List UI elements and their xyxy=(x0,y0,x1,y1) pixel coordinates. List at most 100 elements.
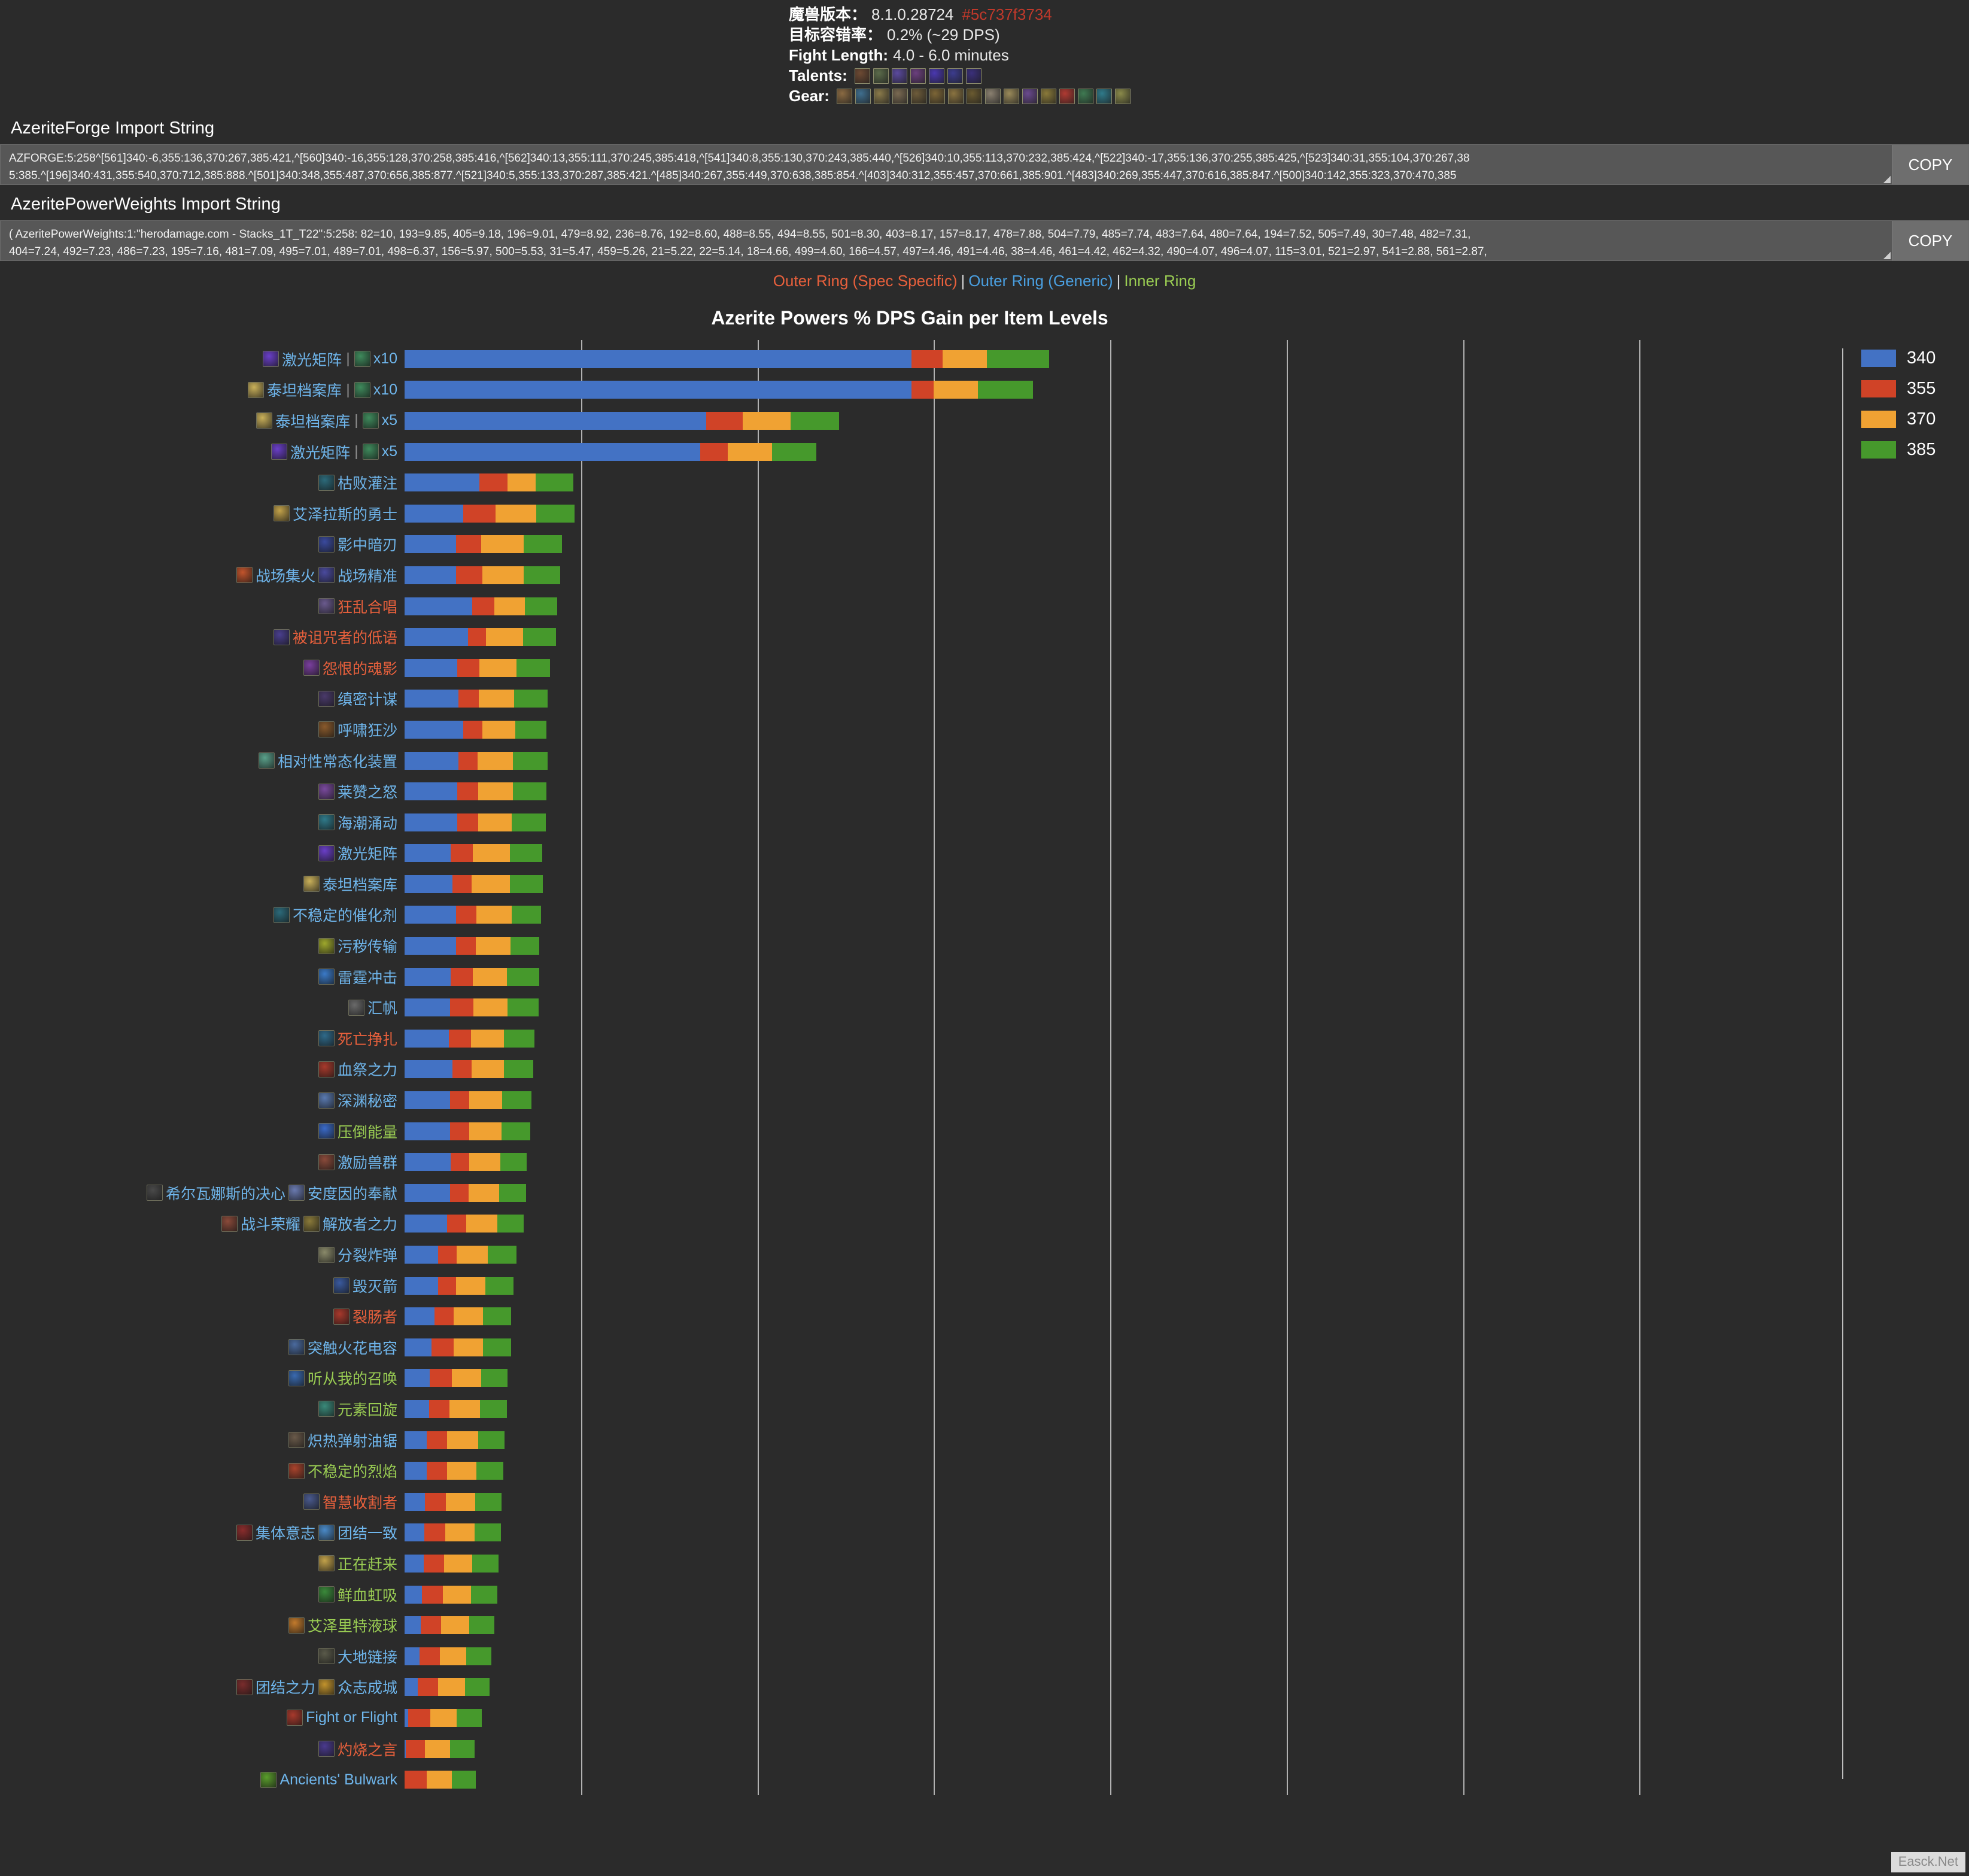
stacked-bar[interactable] xyxy=(405,937,539,955)
power-icon[interactable] xyxy=(236,1678,253,1695)
bar-segment-ilvl-385[interactable] xyxy=(469,1616,494,1635)
y-axis-label[interactable]: 缜密计谋 xyxy=(0,684,402,715)
bar-segment-ilvl-370[interactable] xyxy=(441,1616,470,1635)
bar-segment-ilvl-370[interactable] xyxy=(728,442,773,461)
bar-segment-ilvl-385[interactable] xyxy=(500,1153,527,1171)
bar-segment-ilvl-370[interactable] xyxy=(469,1153,500,1171)
stacked-bar[interactable] xyxy=(405,906,542,924)
bar-segment-ilvl-340[interactable] xyxy=(405,1122,451,1140)
chart-row[interactable] xyxy=(405,776,1816,807)
stacked-bar[interactable] xyxy=(405,473,574,492)
power-icon[interactable] xyxy=(221,1215,238,1232)
bar-segment-ilvl-385[interactable] xyxy=(457,1708,482,1727)
bar-segment-ilvl-340[interactable] xyxy=(405,1369,430,1388)
bar-segment-ilvl-370[interactable] xyxy=(934,381,978,399)
bar-segment-ilvl-385[interactable] xyxy=(502,1122,530,1140)
bar-segment-ilvl-385[interactable] xyxy=(476,1462,503,1480)
y-axis-label[interactable]: 污秽传输 xyxy=(0,930,402,961)
bar-segment-ilvl-385[interactable] xyxy=(470,1585,497,1604)
legend-item-370[interactable]: 370 xyxy=(1861,409,1935,429)
gear-icon-8[interactable] xyxy=(966,89,982,104)
gear-icon-7[interactable] xyxy=(947,89,964,104)
bar-segment-ilvl-370[interactable] xyxy=(425,1740,451,1758)
bar-segment-ilvl-385[interactable] xyxy=(466,1647,491,1665)
bar-segment-ilvl-370[interactable] xyxy=(742,411,791,430)
bar-segment-ilvl-370[interactable] xyxy=(479,690,514,708)
bar-segment-ilvl-355[interactable] xyxy=(457,782,478,801)
bar-segment-ilvl-340[interactable] xyxy=(405,720,464,739)
bar-segment-ilvl-340[interactable] xyxy=(405,1523,425,1542)
stacked-bar[interactable] xyxy=(405,1307,512,1326)
chart-row[interactable] xyxy=(405,1764,1816,1795)
stacked-bar[interactable] xyxy=(405,504,575,523)
y-axis-label[interactable]: 血祭之力 xyxy=(0,1054,402,1085)
power-icon[interactable] xyxy=(333,1277,350,1294)
power-icon[interactable] xyxy=(256,412,273,429)
chart-row[interactable] xyxy=(405,992,1816,1023)
stacked-bar[interactable] xyxy=(405,1523,501,1542)
azeritepowerweights-import-textarea[interactable]: ( AzeritePowerWeights:1:"herodamage.com … xyxy=(1,221,1892,260)
power-icon[interactable] xyxy=(288,1617,305,1634)
bar-segment-ilvl-340[interactable] xyxy=(405,566,456,584)
bar-segment-ilvl-370[interactable] xyxy=(455,1276,486,1295)
y-axis-label[interactable]: 汇帆 xyxy=(0,992,402,1023)
stack-icon[interactable] xyxy=(362,444,379,460)
y-axis-label[interactable]: 泰坦档案库 | x5 xyxy=(0,405,402,436)
stacked-bar[interactable] xyxy=(405,1585,497,1604)
gear-icon-6[interactable] xyxy=(929,89,945,104)
bar-segment-ilvl-385[interactable] xyxy=(510,937,539,955)
chart-row[interactable] xyxy=(405,1209,1816,1240)
bar-segment-ilvl-340[interactable] xyxy=(405,442,700,461)
bar-segment-ilvl-355[interactable] xyxy=(423,1554,445,1573)
y-axis-label[interactable]: Ancients' Bulwark xyxy=(0,1764,402,1795)
power-icon[interactable] xyxy=(260,1771,277,1788)
stacked-bar[interactable] xyxy=(405,1060,533,1079)
stacked-bar[interactable] xyxy=(405,411,839,430)
bar-segment-ilvl-370[interactable] xyxy=(486,628,523,646)
chart-row[interactable] xyxy=(405,1301,1816,1332)
stacked-bar[interactable] xyxy=(405,442,816,461)
y-axis-label[interactable]: 雷霆冲击 xyxy=(0,961,402,992)
y-axis-label[interactable]: 不稳定的催化剂 xyxy=(0,900,402,931)
power-icon[interactable] xyxy=(146,1185,163,1201)
talent-icon-6[interactable] xyxy=(947,68,963,84)
bar-segment-ilvl-340[interactable] xyxy=(405,1616,421,1635)
bar-segment-ilvl-340[interactable] xyxy=(405,1400,429,1418)
stacked-bar[interactable] xyxy=(405,1400,507,1418)
stacked-bar[interactable] xyxy=(405,1616,494,1635)
bar-segment-ilvl-385[interactable] xyxy=(481,1369,508,1388)
stacked-bar[interactable] xyxy=(405,658,551,677)
chart-row[interactable] xyxy=(405,745,1816,776)
bar-segment-ilvl-340[interactable] xyxy=(405,782,458,801)
stacked-bar[interactable] xyxy=(405,535,562,554)
bar-segment-ilvl-385[interactable] xyxy=(478,1431,505,1449)
bar-segment-ilvl-340[interactable] xyxy=(405,937,456,955)
bar-segment-ilvl-370[interactable] xyxy=(426,1771,452,1789)
stacked-bar[interactable] xyxy=(405,1122,530,1140)
power-icon[interactable] xyxy=(318,474,335,491)
y-axis-label[interactable]: 不稳定的烈焰 xyxy=(0,1455,402,1486)
chart-row[interactable] xyxy=(405,1734,1816,1765)
bar-segment-ilvl-355[interactable] xyxy=(451,967,473,986)
bar-segment-ilvl-385[interactable] xyxy=(523,535,562,554)
bar-segment-ilvl-355[interactable] xyxy=(422,1585,443,1604)
power-icon[interactable] xyxy=(303,1215,320,1232)
bar-segment-ilvl-340[interactable] xyxy=(405,690,458,708)
power-icon[interactable] xyxy=(318,1061,335,1077)
legend-item-385[interactable]: 385 xyxy=(1861,440,1935,460)
bar-segment-ilvl-355[interactable] xyxy=(451,1153,470,1171)
bar-segment-ilvl-340[interactable] xyxy=(405,1091,451,1110)
bar-segment-ilvl-370[interactable] xyxy=(454,1338,484,1356)
bar-segment-ilvl-385[interactable] xyxy=(507,998,539,1017)
bar-segment-ilvl-385[interactable] xyxy=(502,1091,532,1110)
bar-segment-ilvl-370[interactable] xyxy=(457,1246,488,1264)
bar-segment-ilvl-385[interactable] xyxy=(499,1183,526,1202)
resize-grip-icon[interactable]: ◢ xyxy=(1882,175,1891,184)
y-axis-label[interactable]: 激光矩阵 | x5 xyxy=(0,436,402,468)
bar-segment-ilvl-355[interactable] xyxy=(426,1431,448,1449)
power-icon[interactable] xyxy=(318,969,335,985)
bar-segment-ilvl-385[interactable] xyxy=(513,690,548,708)
chart-row[interactable] xyxy=(405,900,1816,931)
y-axis-label[interactable]: 炽热弹射油锯 xyxy=(0,1425,402,1456)
azeritepowerweights-copy-button[interactable]: COPY xyxy=(1892,221,1968,260)
